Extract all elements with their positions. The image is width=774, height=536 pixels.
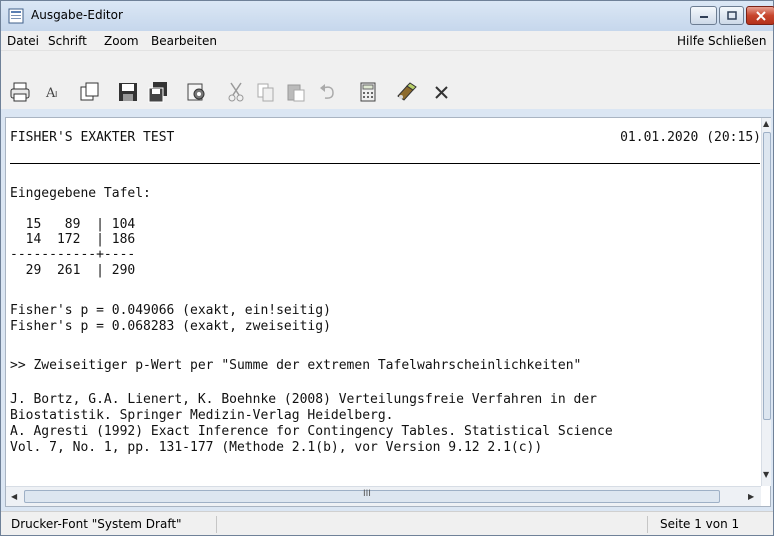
heading-divider <box>10 163 760 164</box>
minimize-button[interactable] <box>690 6 717 25</box>
output-editor: FISHER'S EXAKTER TEST 01.01.2020 (20:15)… <box>5 117 771 507</box>
toolbar: AI <box>1 51 773 109</box>
copy-icon[interactable] <box>255 81 277 103</box>
copy-window-icon[interactable] <box>79 81 101 103</box>
status-bar: Drucker-Font "System Draft" Seite 1 von … <box>1 511 773 535</box>
table-row: 14 172 | 186 <box>10 232 136 247</box>
settings-icon[interactable] <box>185 81 207 103</box>
input-table-heading: Eingegebene Tafel: <box>10 186 151 201</box>
output-text-area[interactable]: FISHER'S EXAKTER TEST 01.01.2020 (20:15)… <box>6 118 761 486</box>
calculator-icon[interactable] <box>357 81 379 103</box>
reference-line: J. Bortz, G.A. Lienert, K. Boehnke (2008… <box>10 392 597 407</box>
fisher-two-sided-result: Fisher's p = 0.068283 (exakt, zweiseitig… <box>10 319 331 334</box>
table-row: 15 89 | 104 <box>10 217 136 232</box>
horizontal-scroll-thumb[interactable]: III <box>24 489 720 503</box>
table-total-row: 29 261 | 290 <box>10 263 136 278</box>
menu-schrift[interactable]: Schrift <box>48 34 87 48</box>
two-sided-method-note: >> Zweiseitiger p-Wert per "Summe der ex… <box>10 358 582 373</box>
page-status: Seite 1 von 1 <box>647 516 767 533</box>
close-x-icon[interactable] <box>431 81 453 103</box>
menu-zoom[interactable]: Zoom <box>104 34 139 48</box>
menu-bar: Datei Schrift Zoom Bearbeiten Hilfe Schl… <box>1 31 773 51</box>
undo-icon[interactable] <box>317 81 339 103</box>
svg-text:I: I <box>55 90 57 99</box>
maximize-icon <box>726 11 737 20</box>
menu-schliessen[interactable]: Schließen <box>708 34 766 48</box>
font-icon[interactable]: AI <box>43 81 65 103</box>
maximize-button[interactable] <box>719 6 744 25</box>
menu-bearbeiten[interactable]: Bearbeiten <box>151 34 217 48</box>
close-window-button[interactable] <box>746 6 774 25</box>
reference-line: Vol. 7, No. 1, pp. 131-177 (Methode 2.1(… <box>10 440 543 455</box>
scroll-right-arrow-icon[interactable]: ▶ <box>748 492 754 501</box>
fisher-one-sided-result: Fisher's p = 0.049066 (exakt, ein!seitig… <box>10 303 331 318</box>
paste-icon[interactable] <box>285 81 307 103</box>
table-separator: -----------+---- <box>10 247 136 262</box>
title-bar: Ausgabe-Editor <box>1 1 774 31</box>
reference-line: A. Agresti (1992) Exact Inference for Co… <box>10 424 613 439</box>
save-icon[interactable] <box>117 81 139 103</box>
close-icon <box>755 10 766 21</box>
reference-line: Biostatistik. Springer Medizin-Verlag He… <box>10 408 394 423</box>
scroll-grip: III <box>363 489 371 499</box>
menu-hilfe[interactable]: Hilfe <box>677 34 704 48</box>
horizontal-scrollbar[interactable]: ◀ III ▶ <box>6 486 761 506</box>
minimize-icon <box>699 15 708 18</box>
cut-icon[interactable] <box>225 81 247 103</box>
result-heading: FISHER'S EXAKTER TEST <box>10 130 175 145</box>
scroll-down-arrow-icon[interactable]: ▼ <box>763 470 769 479</box>
edit-icon[interactable] <box>395 81 417 103</box>
vertical-scrollbar[interactable]: ▲ ▼ <box>761 118 771 486</box>
printer-icon[interactable] <box>9 81 31 103</box>
result-date: 01.01.2020 (20:15) <box>620 130 761 145</box>
scroll-left-arrow-icon[interactable]: ◀ <box>11 492 17 501</box>
vertical-scroll-thumb[interactable] <box>763 132 771 420</box>
menu-datei[interactable]: Datei <box>7 34 39 48</box>
editor-window: Ausgabe-Editor Datei Schrift Zoom Bearbe… <box>0 0 774 536</box>
app-icon <box>8 8 24 24</box>
window-title: Ausgabe-Editor <box>31 8 123 22</box>
save-all-icon[interactable] <box>147 81 169 103</box>
printer-font-status: Drucker-Font "System Draft" <box>5 516 217 533</box>
scroll-up-arrow-icon[interactable]: ▲ <box>763 119 769 128</box>
